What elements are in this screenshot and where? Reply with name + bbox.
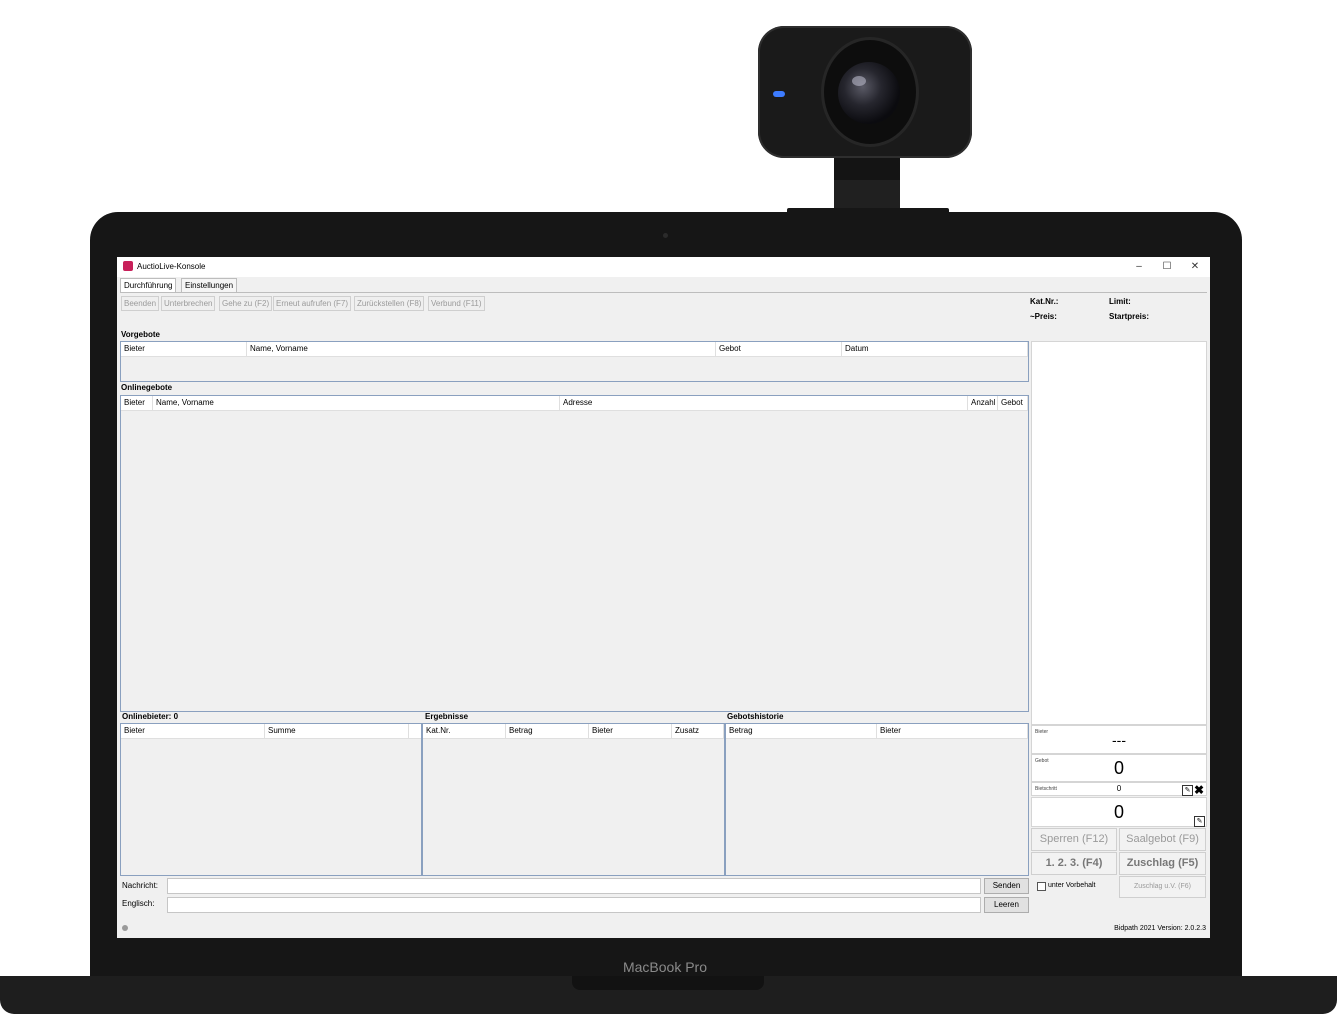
bieter-field: Bieter --- xyxy=(1031,725,1207,754)
column-header[interactable]: Bieter xyxy=(121,724,265,738)
zuschlag-button[interactable]: Zuschlag (F5) xyxy=(1119,852,1206,875)
column-header[interactable]: Adresse xyxy=(560,396,968,410)
title-bar: AuctioLive-Konsole – ☐ ✕ xyxy=(117,257,1210,277)
ergebnisse-header: Kat.Nr. Betrag Bieter Zusatz xyxy=(423,724,724,739)
vorgebote-header: Bieter Name, Vorname Gebot Datum xyxy=(121,342,1028,357)
gebotshistorie-title: Gebotshistorie xyxy=(727,712,784,721)
vorbehalt-label: unter Vorbehalt xyxy=(1048,882,1096,889)
column-header[interactable]: Betrag xyxy=(726,724,877,738)
close-button[interactable]: ✕ xyxy=(1181,259,1209,275)
bietschritt-field: Bietschritt 0 xyxy=(1031,782,1207,796)
englisch-input[interactable] xyxy=(167,897,981,913)
tab-divider xyxy=(120,292,1207,293)
tab-durchfuehrung[interactable]: Durchführung xyxy=(120,278,177,293)
maximize-button[interactable]: ☐ xyxy=(1153,259,1181,275)
laptop-notch xyxy=(572,976,764,990)
nachricht-input[interactable] xyxy=(167,878,981,894)
count-button[interactable]: 1. 2. 3. (F4) xyxy=(1031,852,1117,875)
status-indicator xyxy=(122,925,128,931)
beenden-button[interactable]: Beenden xyxy=(121,296,160,311)
next-bid-value: 0 xyxy=(1113,802,1124,822)
tab-einstellungen[interactable]: Einstellungen xyxy=(181,278,238,293)
column-header[interactable]: Gebot xyxy=(998,396,1028,410)
edit-icon[interactable]: ✎ xyxy=(1182,785,1193,796)
bietschritt-value: 0 xyxy=(1116,784,1122,793)
app-window: AuctioLive-Konsole – ☐ ✕ Durchführung Ei… xyxy=(117,257,1210,938)
next-bid-field: 0 xyxy=(1031,797,1207,827)
unterbrechen-button[interactable]: Unterbrechen xyxy=(161,296,216,311)
window-title: AuctioLive-Konsole xyxy=(137,262,206,271)
gebotshistorie-table[interactable]: Betrag Bieter xyxy=(725,723,1029,876)
webcam-lens xyxy=(838,62,900,124)
katnr-label: Kat.Nr.: xyxy=(1030,297,1059,306)
webcam-lens-glint xyxy=(852,76,866,86)
ergebnisse-table[interactable]: Kat.Nr. Betrag Bieter Zusatz xyxy=(422,723,725,876)
englisch-label: Englisch: xyxy=(122,899,155,908)
minimize-button[interactable]: – xyxy=(1125,259,1153,275)
bieter-value: --- xyxy=(1112,732,1126,748)
column-header[interactable]: Bieter xyxy=(121,342,247,356)
auction-control-panel: Kat.Nr.: Limit: ~Preis: Startpreis: Biet… xyxy=(1030,294,1207,916)
ergebnisse-title: Ergebnisse xyxy=(425,712,469,721)
column-header[interactable]: Summe xyxy=(265,724,409,738)
vorbehalt-checkbox[interactable] xyxy=(1037,882,1046,891)
column-header[interactable]: Name, Vorname xyxy=(247,342,716,356)
webcam-mount xyxy=(834,180,900,210)
saalgebot-button[interactable]: Saalgebot (F9) xyxy=(1119,828,1206,851)
edit-icon[interactable]: ✎ xyxy=(1194,816,1205,827)
column-header[interactable]: Zusatz xyxy=(672,724,724,738)
laptop-camera-dot xyxy=(663,233,668,238)
column-header[interactable]: Bieter xyxy=(877,724,1028,738)
status-bar: Bidpath 2021 Version: 2.0.2.3 xyxy=(117,919,1210,938)
column-header[interactable]: Datum xyxy=(842,342,1028,356)
startpreis-label: Startpreis: xyxy=(1109,312,1150,321)
vorgebote-table[interactable]: Bieter Name, Vorname Gebot Datum xyxy=(120,341,1029,382)
zuschlag-uv-button[interactable]: Zuschlag u.V. (F6) xyxy=(1119,876,1206,898)
version-text: Bidpath 2021 Version: 2.0.2.3 xyxy=(1114,925,1206,932)
column-header[interactable]: Anzahl xyxy=(968,396,998,410)
gebot-value: 0 xyxy=(1113,758,1124,778)
gebot-field: Gebot 0 xyxy=(1031,754,1207,782)
column-header[interactable]: Betrag xyxy=(506,724,589,738)
gebotshistorie-header: Betrag Bieter xyxy=(726,724,1028,739)
laptop-brand-label: MacBook Pro xyxy=(622,959,708,975)
column-header[interactable]: Kat.Nr. xyxy=(423,724,506,738)
column-header[interactable]: Gebot xyxy=(716,342,842,356)
column-header[interactable]: Bieter xyxy=(589,724,672,738)
onlinebieter-header: Bieter Summe xyxy=(121,724,421,739)
erneut-aufrufen-button[interactable]: Erneut aufrufen (F7) xyxy=(273,296,352,311)
limit-label: Limit: xyxy=(1109,297,1131,306)
column-header[interactable]: Name, Vorname xyxy=(153,396,560,410)
onlinegebote-title: Onlinegebote xyxy=(121,383,173,392)
lot-image-area xyxy=(1031,341,1207,725)
column-header[interactable]: Bieter xyxy=(121,396,153,410)
close-icon[interactable]: ✖ xyxy=(1194,784,1204,796)
app-icon xyxy=(123,261,133,271)
leeren-button[interactable]: Leeren xyxy=(984,897,1029,913)
vorgebote-title: Vorgebote xyxy=(121,330,160,339)
webcam-led xyxy=(773,91,785,97)
onlinegebote-header: Bieter Name, Vorname Adresse Anzahl Gebo… xyxy=(121,396,1028,411)
preis-label: ~Preis: xyxy=(1030,312,1057,321)
onlinebieter-table[interactable]: Bieter Summe xyxy=(120,723,422,876)
onlinegebote-table[interactable]: Bieter Name, Vorname Adresse Anzahl Gebo… xyxy=(120,395,1029,712)
onlinebieter-title: Onlinebieter: 0 xyxy=(122,712,179,721)
gehe-zu-button[interactable]: Gehe zu (F2) xyxy=(219,296,273,311)
sperren-button[interactable]: Sperren (F12) xyxy=(1031,828,1117,851)
senden-button[interactable]: Senden xyxy=(984,878,1029,894)
verbund-button[interactable]: Verbund (F11) xyxy=(428,296,485,311)
zurueckstellen-button[interactable]: Zurückstellen (F8) xyxy=(354,296,425,311)
webcam-neck xyxy=(834,158,900,180)
nachricht-label: Nachricht: xyxy=(122,881,159,890)
